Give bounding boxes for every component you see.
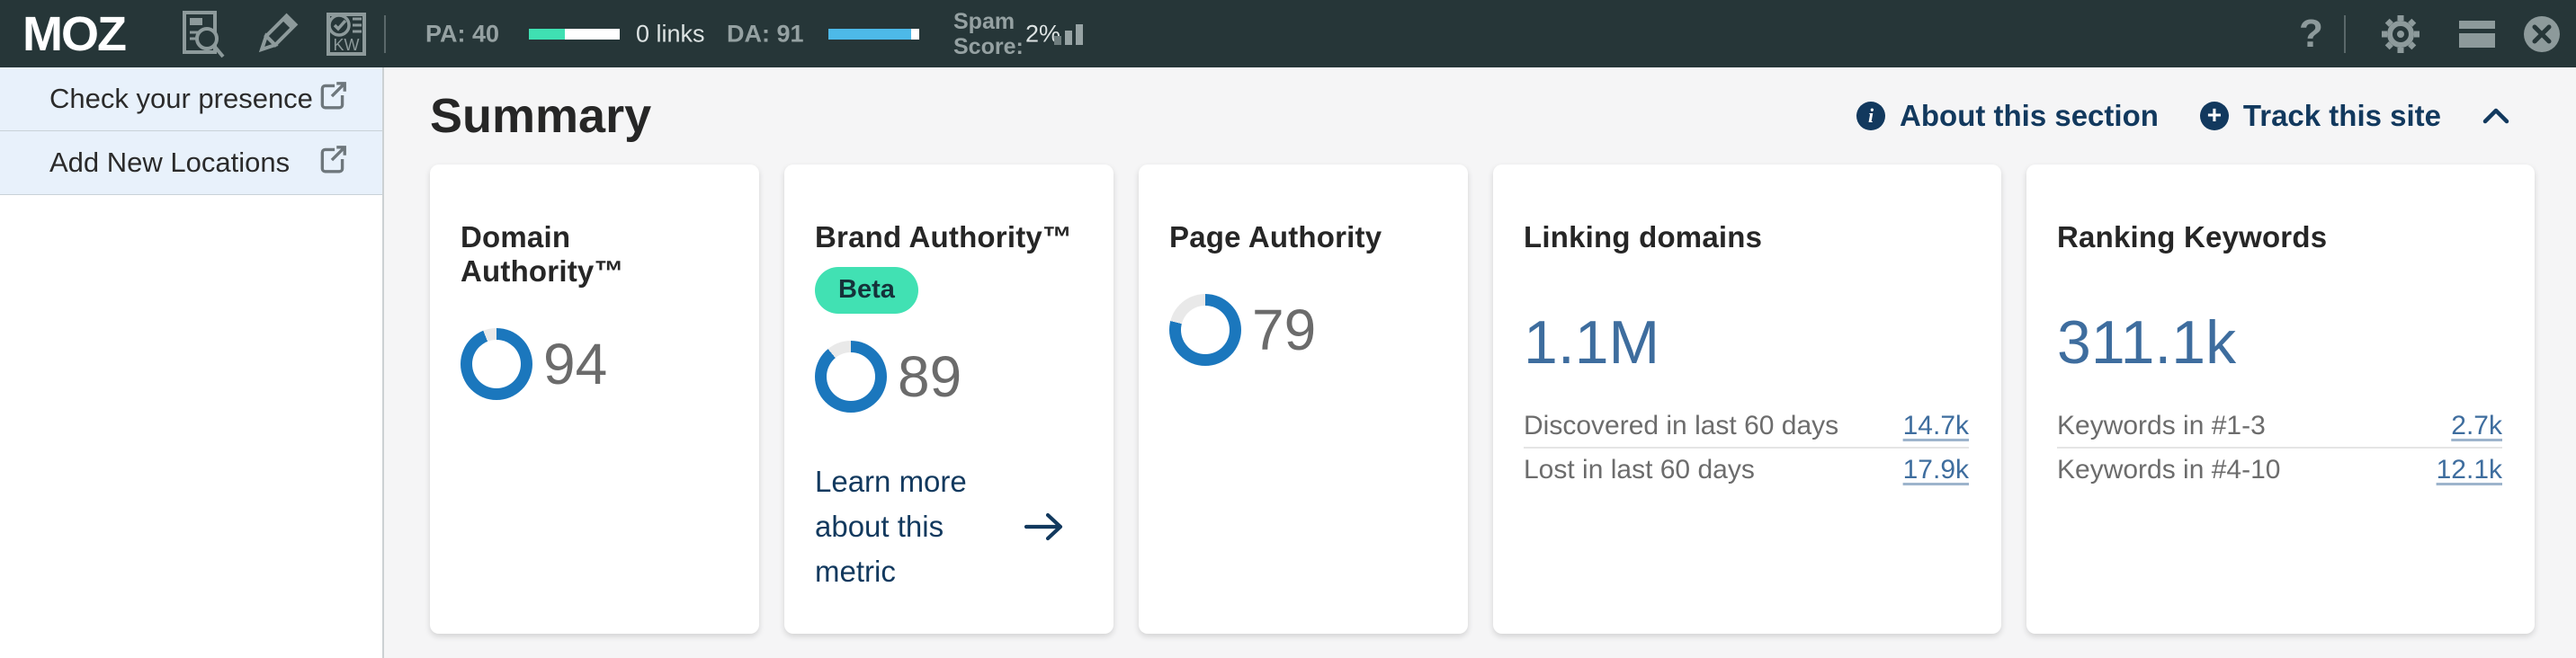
brand-authority-score: 89 [898,348,962,405]
toolbar-divider [384,15,386,53]
card-page-authority: Page Authority 79 [1139,164,1468,634]
track-this-site-link[interactable]: + Track this site [2200,99,2441,133]
table-row: Keywords in #1-3 2.7k [2057,405,2502,449]
section-header: Summary i About this section + Track thi… [430,67,2544,164]
plus-icon: + [2200,102,2229,130]
mozbar-toolbar: MOZ KW PA: 40 0 links DA: [0,0,2576,67]
page-analysis-icon[interactable] [178,9,227,59]
svg-text:KW: KW [334,36,360,54]
table-row: Discovered in last 60 days 14.7k [1524,405,1969,449]
card-title: Domain Authority™ [461,220,727,289]
card-title: Ranking Keywords [2057,220,2502,254]
gear-icon[interactable] [2379,13,2422,56]
keyword-analysis-icon[interactable]: KW [324,9,369,59]
discovered-link[interactable]: 14.7k [1903,411,1969,441]
card-title: Page Authority [1169,220,1436,254]
learn-more-link[interactable]: Learn more about this metric [815,459,1081,594]
da-score-label: DA: 91 [727,20,804,48]
ranking-keywords-total: 311.1k [2057,312,2502,373]
pa-score-label: PA: 40 [425,20,499,48]
sidebar-item-check-presence[interactable]: Check your presence [0,67,382,131]
card-domain-authority: Domain Authority™ 94 [430,164,759,634]
domain-authority-gauge [461,328,532,400]
card-title: Brand Authority™ [815,220,1081,254]
about-this-section-link[interactable]: i About this section [1856,99,2159,133]
card-ranking-keywords: Ranking Keywords 311.1k Keywords in #1-3… [2026,164,2535,634]
keywords-4-10-link[interactable]: 12.1k [2437,455,2502,485]
moz-logo: MOZ [22,6,125,62]
info-icon: i [1856,102,1885,130]
external-link-icon [317,143,349,182]
sidebar-item-label: Check your presence [49,83,313,115]
row-label: Keywords in #4-10 [2057,455,2280,485]
table-row: Keywords in #4-10 12.1k [2057,449,2502,492]
chevron-up-icon[interactable] [2482,108,2509,124]
card-linking-domains: Linking domains 1.1M Discovered in last … [1493,164,2001,634]
beta-badge: Beta [815,267,918,314]
spam-bars-icon [1054,23,1083,45]
lost-link[interactable]: 17.9k [1903,455,1969,485]
links-count-label: 0 links [636,20,705,48]
row-label: Lost in last 60 days [1524,455,1755,485]
sidebar-item-add-locations[interactable]: Add New Locations [0,131,382,195]
da-progress-bar [828,29,919,40]
toolbar-divider [2344,15,2346,53]
page-authority-score: 79 [1252,301,1316,359]
keywords-1-3-link[interactable]: 2.7k [2451,411,2502,441]
sidebar: Check your presence Add New Locations [0,67,384,658]
spam-score-label: Spam Score: [953,9,1024,59]
domain-authority-score: 94 [543,335,607,393]
close-icon[interactable] [2524,16,2560,52]
card-title: Linking domains [1524,220,1969,254]
pa-progress-bar [529,29,620,40]
brand-authority-gauge [815,341,887,413]
metric-cards: Domain Authority™ 94 Brand Authority™ Be… [430,164,2544,634]
pencil-icon[interactable] [252,9,302,59]
table-row: Lost in last 60 days 17.9k [1524,449,1969,492]
card-icon[interactable] [2459,21,2495,48]
page-title: Summary [430,88,651,144]
external-link-icon [317,79,349,119]
arrow-right-icon [1024,511,1065,542]
card-brand-authority: Brand Authority™ Beta 89 Learn more abou… [784,164,1114,634]
linking-domains-total: 1.1M [1524,312,1969,373]
page-authority-gauge [1169,294,1241,366]
help-icon[interactable]: ? [2299,12,2323,57]
sidebar-item-label: Add New Locations [49,147,290,179]
summary-section: Summary i About this section + Track thi… [386,67,2576,658]
row-label: Keywords in #1-3 [2057,411,2266,441]
row-label: Discovered in last 60 days [1524,411,1838,441]
